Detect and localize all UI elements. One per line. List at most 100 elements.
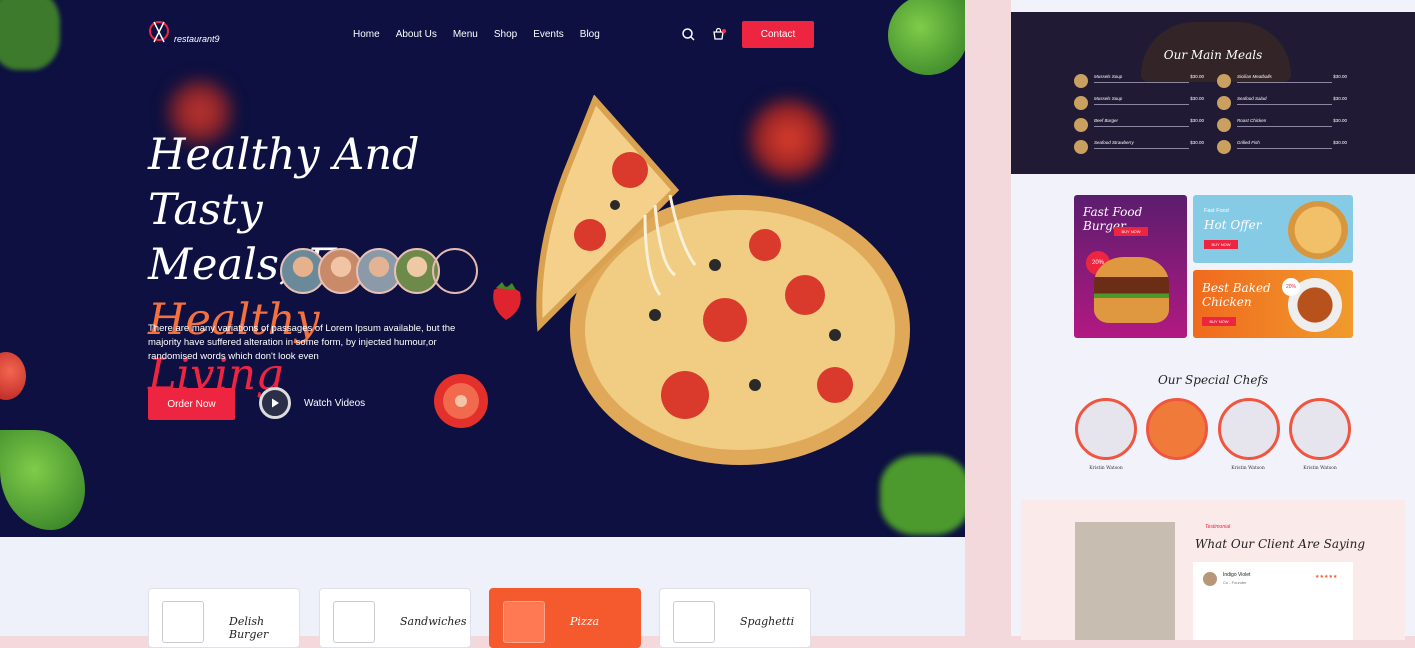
sandwich-icon bbox=[333, 601, 375, 643]
meal-item[interactable]: Seafood Salad $30.00 bbox=[1217, 96, 1347, 114]
meal-price: $30.00 bbox=[1333, 140, 1347, 145]
play-icon bbox=[272, 398, 279, 408]
testimonial-card: Indigo Violet Co - Founder ★★★★★ bbox=[1193, 562, 1353, 640]
spaghetti-icon bbox=[673, 601, 715, 643]
divider bbox=[1094, 104, 1189, 105]
meal-thumb bbox=[1217, 118, 1231, 132]
reviewer-name: Indigo Violet bbox=[1223, 572, 1251, 578]
testimonial-kicker: Testimonial bbox=[1205, 524, 1231, 530]
divider bbox=[1237, 148, 1332, 149]
category-card-pizza[interactable]: Pizza bbox=[489, 588, 641, 648]
search-icon[interactable] bbox=[682, 28, 695, 41]
testimonial-photo bbox=[1075, 522, 1175, 640]
main-meals-section: Our Main Meals Mussels Soup $30.00 Mussel… bbox=[1011, 12, 1415, 174]
nav-menu[interactable]: Menu bbox=[453, 29, 478, 40]
meal-name: Seafood Strawberry bbox=[1094, 140, 1134, 145]
promo-best-baked-chicken[interactable]: Best Baked Chicken BUY NOW 20% bbox=[1193, 270, 1353, 338]
meal-item[interactable]: Seafood Strawberry $30.00 bbox=[1074, 140, 1204, 158]
nav-shop[interactable]: Shop bbox=[494, 29, 517, 40]
divider bbox=[1094, 82, 1189, 83]
main-nav: Home About Us Menu Shop Events Blog bbox=[353, 29, 616, 40]
nav-events[interactable]: Events bbox=[533, 29, 564, 40]
divider bbox=[1237, 82, 1332, 83]
promo-title: Hot Offer bbox=[1204, 218, 1262, 232]
meal-item[interactable]: Grilled Fish $30.00 bbox=[1217, 140, 1347, 158]
rating-stars-icon: ★★★★★ bbox=[1315, 574, 1338, 580]
chef-avatar[interactable] bbox=[1218, 398, 1280, 460]
meal-item[interactable]: Beef Burger $30.00 bbox=[1074, 118, 1204, 136]
buy-now-button[interactable]: BUY NOW bbox=[1204, 240, 1238, 249]
tomato-left-edge bbox=[0, 352, 26, 400]
meal-name: Sicilian Meatballs bbox=[1237, 74, 1272, 79]
hero-title-line1: Healthy And Tasty bbox=[148, 130, 420, 235]
meal-name: Mussels Soup bbox=[1094, 96, 1123, 101]
basil-leaf-bottom-left bbox=[0, 430, 85, 530]
pizza-icon bbox=[503, 601, 545, 643]
buy-now-button[interactable]: BUY NOW bbox=[1202, 317, 1236, 326]
divider bbox=[1094, 126, 1189, 127]
category-card-spaghetti[interactable]: Spaghetti bbox=[659, 588, 811, 648]
meal-name: Beef Burger bbox=[1094, 118, 1119, 123]
meal-price: $30.00 bbox=[1190, 96, 1204, 101]
order-now-button[interactable]: Order Now bbox=[148, 388, 235, 420]
chef-avatar[interactable] bbox=[1075, 398, 1137, 460]
chef-avatar-active[interactable] bbox=[1146, 398, 1208, 460]
meal-thumb bbox=[1074, 74, 1088, 88]
divider bbox=[1237, 104, 1332, 105]
customer-avatars bbox=[280, 248, 478, 294]
buy-now-button[interactable]: BUY NOW bbox=[1114, 227, 1148, 236]
meal-item[interactable]: Mussels Soup $30.00 bbox=[1074, 96, 1204, 114]
promo-kicker: Fast Food bbox=[1204, 208, 1229, 214]
meal-name: Roast Chicken bbox=[1237, 118, 1267, 123]
hero-description: There are many variations of passages of… bbox=[148, 323, 456, 362]
nav-home[interactable]: Home bbox=[353, 29, 380, 40]
meal-price: $30.00 bbox=[1333, 96, 1347, 101]
chef-name: Kristin Watson bbox=[1303, 466, 1337, 471]
avatar bbox=[1203, 572, 1217, 586]
category-card-sandwiches[interactable]: Sandwiches bbox=[319, 588, 471, 648]
chef-name: Kristin Watson bbox=[1089, 466, 1123, 471]
burger-icon bbox=[162, 601, 204, 643]
meal-name: Mussels Soup bbox=[1094, 74, 1123, 79]
basil-leaf-top-left bbox=[0, 0, 60, 70]
chef-avatar[interactable] bbox=[1289, 398, 1351, 460]
meal-price: $30.00 bbox=[1333, 118, 1347, 123]
play-video-button[interactable] bbox=[259, 387, 291, 419]
page-preview: Our Main Meals Mussels Soup $30.00 Mussel… bbox=[1011, 0, 1415, 640]
testimonial-section: Testimonial What Our Client Are Saying I… bbox=[1021, 500, 1405, 640]
category-label: Sandwiches bbox=[400, 615, 467, 628]
promo-fast-food-burger[interactable]: Fast Food Burger BUY NOW 20% bbox=[1074, 195, 1187, 338]
promo-hot-offer[interactable]: Fast Food Hot Offer BUY NOW bbox=[1193, 195, 1353, 263]
nav-about-us[interactable]: About Us bbox=[396, 29, 437, 40]
meals-title: Our Main Meals bbox=[1163, 48, 1263, 62]
reviewer-role: Co - Founder bbox=[1223, 580, 1247, 585]
watch-videos-label[interactable]: Watch Videos bbox=[304, 398, 365, 409]
meal-price: $30.00 bbox=[1333, 74, 1347, 79]
meal-thumb bbox=[1217, 140, 1231, 154]
basil-leaf-top-right bbox=[888, 0, 965, 75]
meal-price: $30.00 bbox=[1190, 74, 1204, 79]
divider bbox=[1094, 148, 1189, 149]
promo-title: Best Baked Chicken bbox=[1202, 281, 1271, 309]
meal-item[interactable]: Sicilian Meatballs $30.00 bbox=[1217, 74, 1347, 92]
category-strip: Delish Burger Sandwiches Pizza Spaghetti bbox=[0, 537, 965, 648]
cart-badge bbox=[722, 29, 726, 33]
meal-price: $30.00 bbox=[1190, 140, 1204, 145]
brand-logo[interactable]: restaurant9 bbox=[148, 20, 220, 46]
meal-thumb bbox=[1217, 74, 1231, 88]
burger-image bbox=[1094, 257, 1169, 323]
chef-name: Kristin Watson bbox=[1231, 466, 1265, 471]
category-label: Spaghetti bbox=[740, 615, 795, 628]
divider bbox=[1237, 126, 1332, 127]
nav-blog[interactable]: Blog bbox=[580, 29, 600, 40]
brand-name: restaurant9 bbox=[174, 34, 220, 44]
discount-badge: 20% bbox=[1282, 278, 1300, 296]
meal-item[interactable]: Roast Chicken $30.00 bbox=[1217, 118, 1347, 136]
meal-thumb bbox=[1074, 118, 1088, 132]
meal-name: Grilled Fish bbox=[1237, 140, 1260, 145]
meal-item[interactable]: Mussels Soup $30.00 bbox=[1074, 74, 1204, 92]
category-card-burger[interactable]: Delish Burger bbox=[148, 588, 300, 648]
meal-price: $30.00 bbox=[1190, 118, 1204, 123]
meal-thumb bbox=[1217, 96, 1231, 110]
contact-button[interactable]: Contact bbox=[742, 21, 814, 48]
